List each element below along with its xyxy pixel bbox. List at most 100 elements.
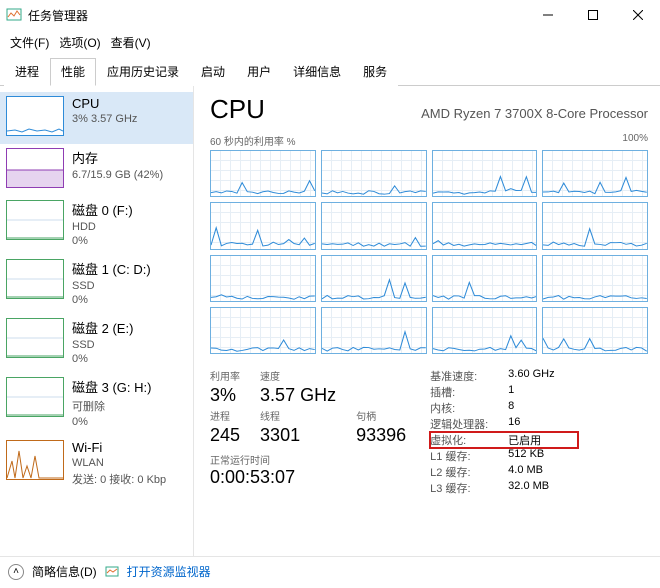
memory-thumb <box>6 148 64 188</box>
core-graph <box>210 307 316 354</box>
sidebar-item-label: Wi-Fi <box>72 440 166 455</box>
sidebar-item-disk2[interactable]: 磁盘 2 (E:) SSD 0% <box>0 314 193 373</box>
graph-label-right: 100% <box>622 133 648 148</box>
base-speed-v: 3.60 GHz <box>508 368 578 384</box>
tab-strip: 进程 性能 应用历史记录 启动 用户 详细信息 服务 <box>0 57 660 86</box>
core-graph <box>542 307 648 354</box>
core-graph <box>210 150 316 197</box>
cpu-panel: CPU AMD Ryzen 7 3700X 8-Core Processor 6… <box>194 86 660 556</box>
core-graph <box>432 307 538 354</box>
l1-v: 512 KB <box>508 448 578 464</box>
core-graph <box>432 202 538 249</box>
titlebar: 任务管理器 <box>0 0 660 30</box>
resmon-icon <box>105 565 119 579</box>
core-graph <box>321 307 427 354</box>
sockets-v: 1 <box>508 384 578 400</box>
menu-view[interactable]: 查看(V) <box>107 32 155 53</box>
threads-value: 3301 <box>260 425 336 446</box>
l3-v: 32.0 MB <box>508 480 578 496</box>
core-graph <box>321 202 427 249</box>
disk-thumb <box>6 259 64 299</box>
sidebar-item-label: 磁盘 1 (C: D:) <box>72 259 151 278</box>
sidebar-item-disk3[interactable]: 磁盘 3 (G: H:) 可删除 0% <box>0 373 193 436</box>
core-graph <box>210 255 316 302</box>
sidebar-item-sub2: 0% <box>72 353 133 365</box>
cores-v: 8 <box>508 400 578 416</box>
sidebar-item-disk0[interactable]: 磁盘 0 (F:) HDD 0% <box>0 196 193 255</box>
tab-app-history[interactable]: 应用历史记录 <box>96 58 190 86</box>
sidebar-item-label: 磁盘 0 (F:) <box>72 200 133 219</box>
app-icon <box>6 7 22 23</box>
sidebar-item-sub2: 发送: 0 接收: 0 Kbp <box>72 471 166 487</box>
sidebar-item-label: 磁盘 2 (E:) <box>72 318 133 337</box>
speed-value: 3.57 GHz <box>260 385 336 406</box>
core-graph <box>432 150 538 197</box>
base-speed-k: 基准速度: <box>430 368 508 384</box>
util-value: 3% <box>210 385 240 406</box>
virtualization-v: 已启用 <box>508 432 578 448</box>
core-graph <box>321 150 427 197</box>
core-graph <box>542 202 648 249</box>
core-graph <box>210 202 316 249</box>
speed-label: 速度 <box>260 368 336 383</box>
core-graph <box>542 150 648 197</box>
sidebar-item-label: 磁盘 3 (G: H:) <box>72 377 151 396</box>
cpu-thumb <box>6 96 64 136</box>
minimize-button[interactable] <box>525 0 570 30</box>
virtualization-k: 虚拟化: <box>430 432 508 448</box>
proc-value: 245 <box>210 425 240 446</box>
menu-options[interactable]: 选项(O) <box>55 32 104 53</box>
sidebar-item-label: 内存 <box>72 148 163 167</box>
graph-label-left: 60 秒内的利用率 % <box>210 133 296 148</box>
l1-k: L1 缓存: <box>430 448 508 464</box>
sidebar-item-sub2: 0% <box>72 416 151 428</box>
sidebar-item-cpu[interactable]: CPU 3% 3.57 GHz <box>0 92 193 144</box>
proc-label: 进程 <box>210 408 240 423</box>
tab-services[interactable]: 服务 <box>352 58 398 86</box>
sidebar-item-sub: 可删除 <box>72 398 151 414</box>
performance-sidebar[interactable]: CPU 3% 3.57 GHz 内存 6.7/15.9 GB (42%) 磁盘 … <box>0 86 194 556</box>
maximize-button[interactable] <box>570 0 615 30</box>
chevron-up-icon[interactable]: ˄ <box>8 564 24 580</box>
footer: ˄ 简略信息(D) 打开资源监视器 <box>0 556 660 586</box>
core-graph <box>432 255 538 302</box>
tab-startup[interactable]: 启动 <box>190 58 236 86</box>
disk-thumb <box>6 377 64 417</box>
sidebar-item-sub2: 0% <box>72 235 133 247</box>
brief-info-button[interactable]: 简略信息(D) <box>32 563 97 580</box>
cpu-info-table: 基准速度:3.60 GHz 插槽:1 内核:8 逻辑处理器:16 虚拟化:已启用… <box>430 368 578 496</box>
l2-v: 4.0 MB <box>508 464 578 480</box>
cpu-heading: CPU <box>210 94 265 125</box>
sidebar-item-sub: SSD <box>72 280 151 292</box>
cpu-core-grid[interactable] <box>210 150 648 354</box>
disk-thumb <box>6 200 64 240</box>
core-graph <box>321 255 427 302</box>
sidebar-item-label: CPU <box>72 96 137 111</box>
tab-processes[interactable]: 进程 <box>4 58 50 86</box>
l3-k: L3 缓存: <box>430 480 508 496</box>
core-graph <box>542 255 648 302</box>
sidebar-item-sub: 6.7/15.9 GB (42%) <box>72 169 163 181</box>
menu-file[interactable]: 文件(F) <box>6 32 53 53</box>
lp-k: 逻辑处理器: <box>430 416 508 432</box>
sidebar-item-sub2: 0% <box>72 294 151 306</box>
cpu-model: AMD Ryzen 7 3700X 8-Core Processor <box>421 106 648 121</box>
sidebar-item-disk1[interactable]: 磁盘 1 (C: D:) SSD 0% <box>0 255 193 314</box>
handles-value: 93396 <box>356 425 406 446</box>
sidebar-item-wifi[interactable]: Wi-Fi WLAN 发送: 0 接收: 0 Kbp <box>0 436 193 495</box>
sidebar-item-memory[interactable]: 内存 6.7/15.9 GB (42%) <box>0 144 193 196</box>
tab-users[interactable]: 用户 <box>236 58 282 86</box>
uptime-label: 正常运行时间 <box>210 452 406 467</box>
tab-performance[interactable]: 性能 <box>50 58 96 86</box>
tab-details[interactable]: 详细信息 <box>282 58 352 86</box>
sockets-k: 插槽: <box>430 384 508 400</box>
handles-label: 句柄 <box>356 408 406 423</box>
window-title: 任务管理器 <box>28 7 525 24</box>
sidebar-item-sub: HDD <box>72 221 133 233</box>
util-label: 利用率 <box>210 368 240 383</box>
close-button[interactable] <box>615 0 660 30</box>
cores-k: 内核: <box>430 400 508 416</box>
wifi-thumb <box>6 440 64 480</box>
sidebar-item-sub: SSD <box>72 339 133 351</box>
open-resmon-link[interactable]: 打开资源监视器 <box>127 563 211 580</box>
